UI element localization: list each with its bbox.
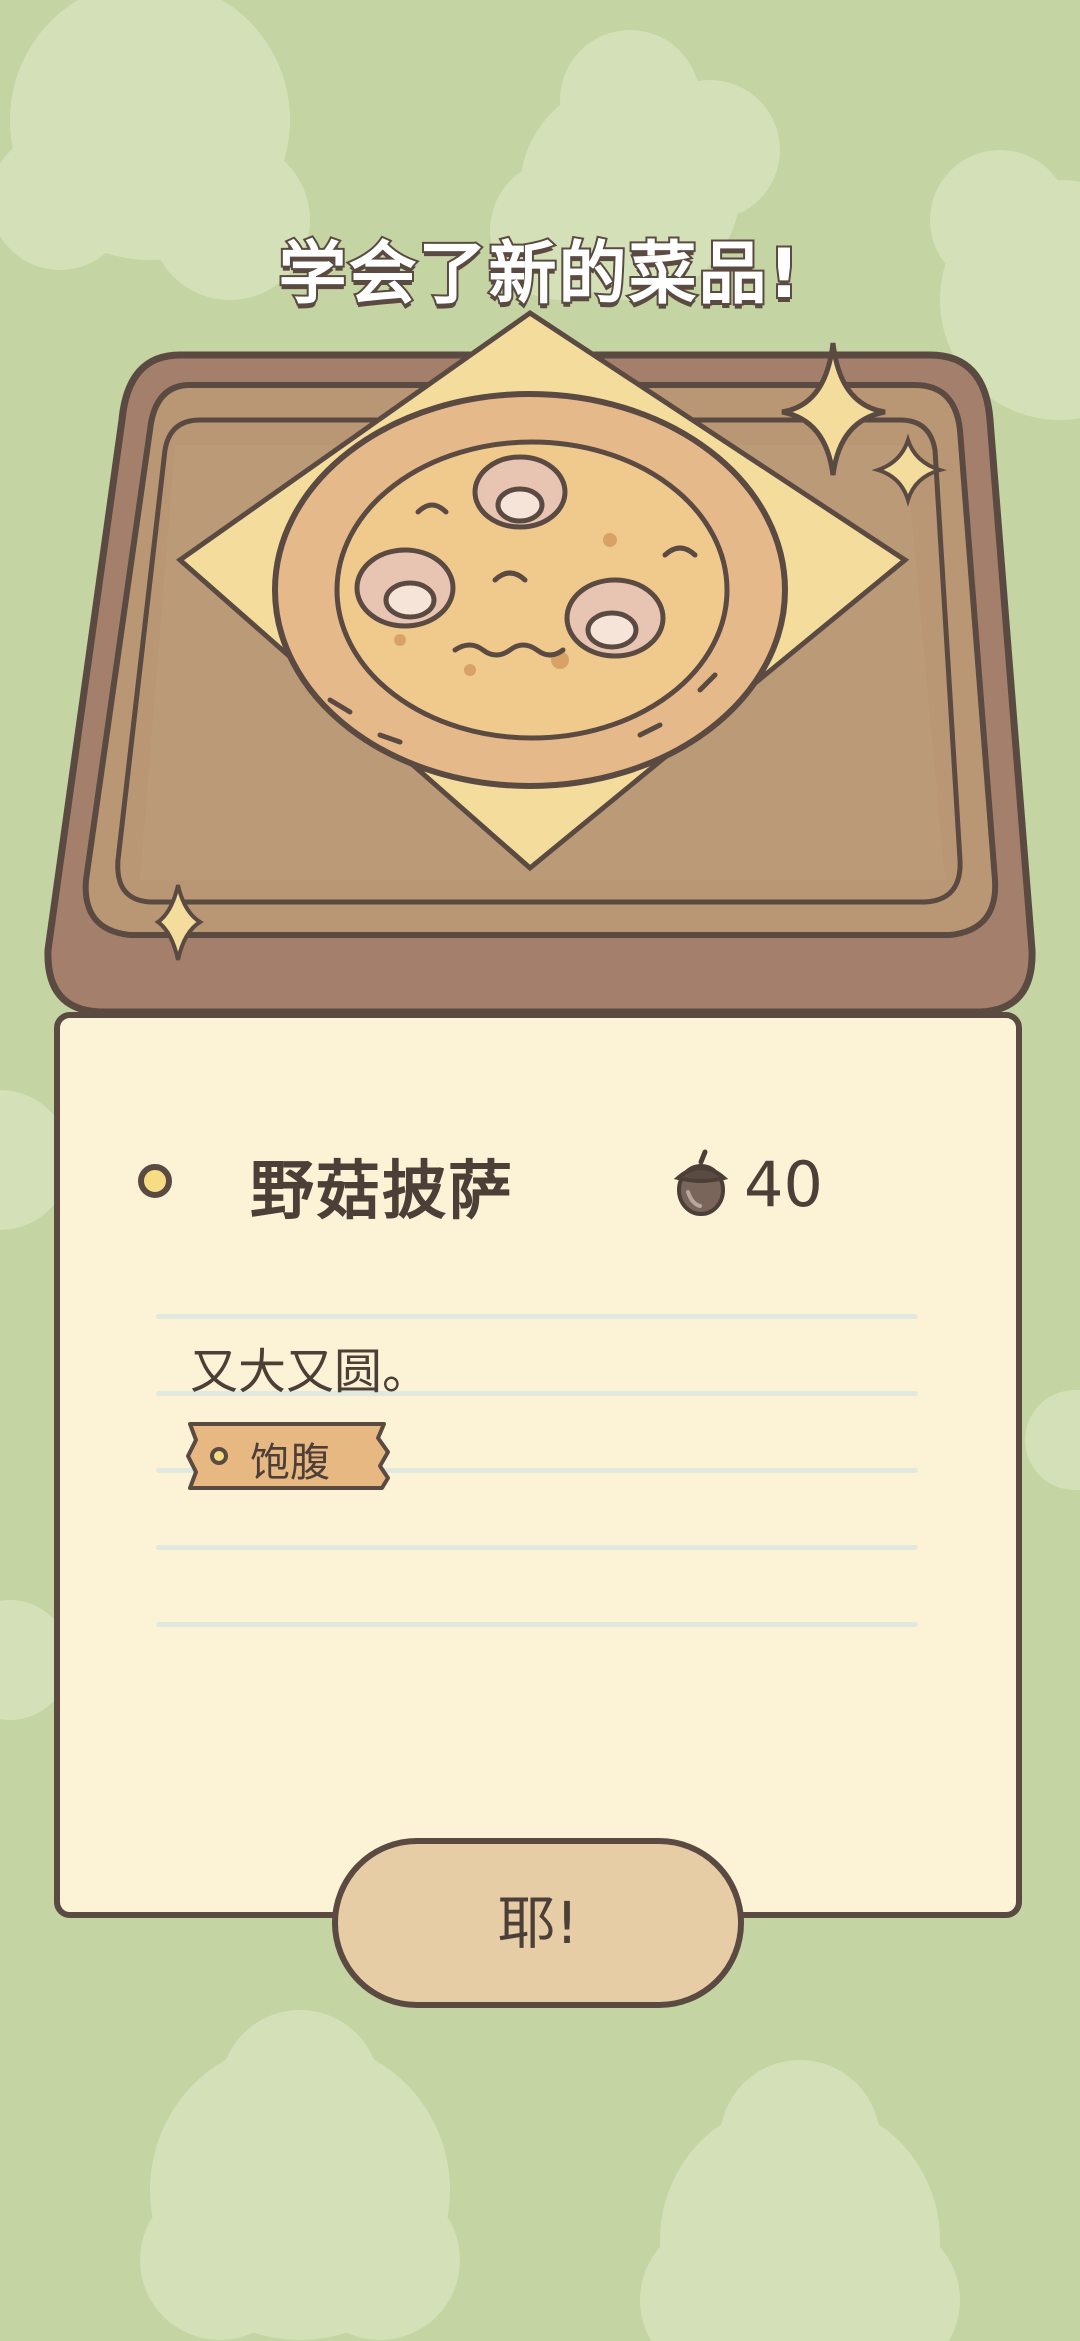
dot-icon — [210, 1447, 228, 1465]
dish-name: 野菇披萨 — [250, 1155, 514, 1229]
confirm-button[interactable]: 耶! — [332, 1838, 744, 2008]
effect-tag-label: 饱腹 — [250, 1440, 330, 1486]
divider — [156, 1622, 918, 1627]
price-value: 40 — [744, 1148, 823, 1221]
effect-tag: 饱腹 — [186, 1420, 392, 1492]
dish-illustration — [44, 309, 1036, 1016]
acorn-icon — [673, 1149, 729, 1216]
divider — [156, 1545, 918, 1550]
dish-description: 又大又圆。 — [190, 1344, 431, 1400]
divider — [156, 1314, 918, 1319]
dot-icon — [138, 1164, 172, 1198]
